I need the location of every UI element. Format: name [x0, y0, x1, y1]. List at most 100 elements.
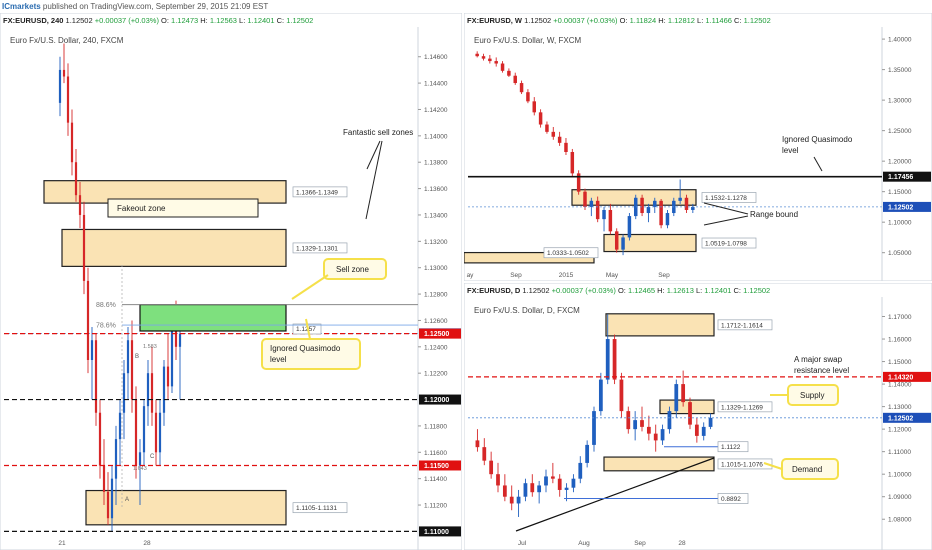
candle-body [660, 429, 665, 441]
candle-body [126, 340, 130, 374]
y-tick-label: 1.14400 [424, 81, 448, 88]
price-tag-label: 1.12000 [424, 397, 449, 404]
candle-body [614, 231, 619, 250]
candle-body [532, 101, 537, 113]
x-tick-label: 28 [143, 540, 151, 547]
candle-body [667, 411, 672, 430]
y-tick-label: 1.05000 [888, 250, 912, 257]
y-tick-label: 1.14600 [424, 54, 448, 61]
demand-callout-label: Demand [792, 465, 822, 474]
annotation-quasimodo-line1: Ignored Quasimodo [782, 135, 853, 144]
y-tick-label: 1.15000 [888, 359, 912, 366]
annotation-swap-line2: resistance level [794, 366, 849, 375]
candle-body [509, 496, 514, 504]
y-tick-label: 1.11200 [424, 503, 447, 510]
y-tick-label: 1.13000 [888, 404, 912, 411]
x-tick-label: Jul [518, 540, 527, 547]
symbol-lv: 1.12401 [702, 286, 731, 295]
candle-body [694, 424, 699, 436]
pane-frame [0, 13, 462, 550]
symbol-hl: H: [656, 16, 666, 25]
candle-body [513, 75, 517, 84]
quasimodo-callout-line2: level [270, 355, 287, 364]
candle-body [90, 340, 94, 360]
pane-h4: FX:EURUSD, 240 1.12502 +0.00037 (+0.03%)… [0, 13, 462, 550]
candle-body [150, 373, 154, 413]
candle-body [58, 69, 62, 103]
candle-body [86, 280, 90, 360]
symbol-ol: O: [616, 286, 626, 295]
symbol-chg: +0.00037 (+0.03%) [93, 16, 160, 25]
candle-body [62, 69, 66, 77]
candle-body [646, 426, 651, 434]
candle-body [102, 465, 106, 492]
x-tick-label: Sep [634, 540, 646, 547]
symbol-ov: 1.12465 [626, 286, 655, 295]
y-tick-label: 1.14000 [424, 133, 448, 140]
symbol-cv: 1.12502 [742, 16, 771, 25]
y-tick-label: 1.25000 [888, 128, 912, 135]
symbol-hl: H: [198, 16, 208, 25]
candle-body [557, 478, 562, 490]
candle-body [595, 200, 600, 220]
symbol-hv: 1.12812 [666, 16, 695, 25]
y-tick-label: 1.11400 [424, 476, 447, 483]
candle-body [475, 440, 480, 448]
symbol-cv: 1.12502 [741, 286, 770, 295]
candle-body [585, 444, 590, 463]
brand-link[interactable]: ICmarkets [2, 2, 41, 11]
x-tick-label: ay [467, 272, 475, 279]
fib-label: 88.6% [96, 302, 116, 309]
symbol-line: FX:EURUSD, W 1.12502 +0.00037 (+0.03%) O… [467, 16, 771, 25]
harmonic-point-a: A [125, 497, 129, 503]
candle-body [494, 61, 498, 64]
sell-zone-box [139, 304, 287, 332]
x-tick-label: 2015 [559, 272, 574, 279]
publish-header: ICmarkets published on TradingView.com, … [0, 0, 932, 13]
chart-weekly[interactable]: FX:EURUSD, W 1.12502 +0.00037 (+0.03%) O… [464, 13, 932, 281]
chart-title: Euro Fx/U.S. Dollar, 240, FXCM [10, 36, 124, 45]
candle-body [488, 58, 492, 62]
chart-h4[interactable]: FX:EURUSD, 240 1.12502 +0.00037 (+0.03%)… [0, 13, 462, 550]
x-tick-label: May [606, 272, 619, 279]
candle-body [481, 56, 486, 59]
symbol-line: FX:EURUSD, 240 1.12502 +0.00037 (+0.03%)… [3, 16, 313, 25]
y-tick-label: 1.09000 [888, 494, 912, 501]
symbol-line: FX:EURUSD, D 1.12502 +0.00037 (+0.03%) O… [467, 286, 770, 295]
candle-body [70, 122, 74, 163]
candle-body [146, 373, 150, 407]
y-tick-label: 1.12200 [424, 371, 448, 378]
candle-body [110, 478, 114, 519]
y-tick-label: 1.13400 [424, 212, 448, 219]
price-tag-label: 1.11000 [424, 529, 449, 536]
symbol-o: 1.12502 [522, 16, 551, 25]
candle-body [94, 340, 98, 413]
candle-body [612, 339, 617, 380]
candle-body [627, 216, 632, 238]
candle-body [98, 412, 102, 466]
candle-body [502, 485, 507, 497]
candle-body [507, 70, 511, 76]
candle-body [500, 63, 505, 71]
candle-body [519, 83, 524, 93]
symbol-hv: 1.12613 [665, 286, 694, 295]
y-tick-label: 1.12000 [888, 427, 912, 434]
zone-tag-label: 1.1015-1.1076 [721, 461, 763, 468]
y-tick-label: 1.13200 [424, 239, 448, 246]
x-tick-label: 28 [678, 540, 686, 547]
candle-body [626, 411, 631, 430]
chart-title: Euro Fx/U.S. Dollar, D, FXCM [474, 306, 580, 315]
x-tick-label: Sep [658, 272, 670, 279]
candle-body [544, 476, 548, 486]
zone-tag-label: 1.1532-1.1278 [705, 195, 747, 202]
candle-body [678, 197, 682, 201]
harmonic-ratio: 1.583 [143, 344, 157, 350]
candle-body [78, 195, 82, 215]
symbol-cl: C: [732, 16, 742, 25]
y-tick-label: 1.14000 [888, 382, 912, 389]
symbol-cl: C: [731, 286, 741, 295]
y-tick-label: 1.13000 [424, 265, 448, 272]
y-tick-label: 1.11600 [424, 450, 447, 457]
chart-daily[interactable]: FX:EURUSD, D 1.12502 +0.00037 (+0.03%) O… [464, 283, 932, 550]
symbol-sym: FX:EURUSD, 240 [3, 16, 63, 25]
